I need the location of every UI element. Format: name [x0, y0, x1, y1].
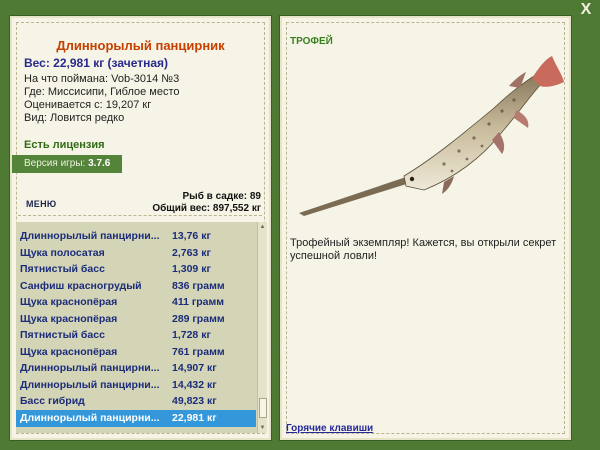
fish-name: Щука полосатая	[20, 246, 105, 259]
fish-weight-value: 411 грамм	[172, 296, 225, 308]
fish-name: Длиннорылый панцирни...	[20, 230, 160, 242]
list-item[interactable]: Пятнистый басс 1,728 кг	[16, 327, 256, 344]
version-badge: Версия игры: 3.7.6	[12, 155, 122, 173]
list-item[interactable]: Санфиш красногрудый 836 грамм	[16, 278, 256, 295]
fish-weight-value: 289 грамм	[172, 312, 225, 325]
trophy-panel: ТРОФЕЙ Трофейный экземпляр! Кажется, вы …	[279, 15, 572, 441]
fish-weight-value: 49,823 кг	[172, 395, 217, 407]
fish-weight-value: 1,728 кг	[172, 329, 211, 341]
fish-count: Рыб в садке: 89	[182, 191, 261, 202]
list-item[interactable]: Щука краснопёрая 289 грамм	[16, 311, 256, 328]
fish-name: Длиннорылый панцирни...	[20, 378, 160, 391]
catch-list[interactable]: Длиннорылый панцирни... 13,76 кг Щука поло…	[16, 222, 267, 433]
version-value: 3.7.6	[88, 158, 111, 169]
threshold-line: Оценивается с: 19,207 кг	[24, 99, 152, 111]
scroll-up-icon[interactable]: ▲	[258, 222, 267, 232]
fish-name: Щука краснопёрая	[20, 312, 118, 325]
list-item[interactable]: Щука полосатая 2,763 кг	[16, 245, 256, 262]
list-item[interactable]: Пятнистый басс 1,309 кг	[16, 261, 256, 278]
fish-weight-value: 1,309 кг	[172, 263, 211, 275]
fish-weight-value: 14,432 кг	[172, 378, 217, 391]
divider	[18, 215, 262, 216]
license-status: Есть лицензия	[24, 139, 105, 151]
fish-name: Щука краснопёрая	[20, 296, 118, 308]
rarity-line: Вид: Ловится редко	[24, 112, 125, 124]
trophy-label: ТРОФЕЙ	[290, 36, 333, 47]
fish-weight-value: 836 грамм	[172, 279, 225, 292]
scroll-down-icon[interactable]: ▼	[258, 423, 267, 433]
bait-line: На что поймана: Vob-3014 №3	[24, 73, 180, 85]
fish-name: Басс гибрид	[20, 395, 85, 407]
list-item[interactable]: Длиннорылый панцирни... 13,76 кг	[16, 228, 256, 245]
catch-info-panel: Длиннорылый панцирник Вес: 22,981 кг (за…	[9, 15, 272, 441]
menu-button[interactable]: МЕНЮ	[26, 199, 56, 209]
list-item[interactable]: Щука краснопёрая 411 грамм	[16, 294, 256, 311]
list-item[interactable]: Длиннорылый панцирни... 22,981 кг	[16, 409, 256, 427]
fish-weight: Вес: 22,981 кг (зачетная)	[24, 56, 169, 70]
fish-name: Пятнистый басс	[20, 329, 105, 341]
list-item[interactable]: Басс гибрид 49,823 кг	[16, 393, 256, 410]
list-item[interactable]: Длиннорылый панцирни... 14,907 кг	[16, 360, 256, 377]
fish-name: Пятнистый басс	[20, 263, 105, 275]
list-scrollbar[interactable]: ▲ ▼	[257, 222, 267, 433]
version-label: Версия игры:	[24, 158, 86, 169]
keepnet-stats: Рыб в садке: 89 Общий вес: 897,552 кг	[152, 191, 261, 215]
fish-weight-value: 13,76 кг	[172, 230, 211, 242]
fish-name: Длиннорылый панцирни...	[20, 411, 160, 424]
longnose-gar-icon	[299, 56, 564, 216]
catch-details: На что поймана: Vob-3014 №3 Где: Миссиси…	[24, 73, 180, 125]
fish-name: Щука краснопёрая	[20, 345, 118, 358]
trophy-message: Трофейный экземпляр! Кажется, вы открыли…	[290, 237, 557, 262]
list-item[interactable]: Длиннорылый панцирни... 14,432 кг	[16, 377, 256, 394]
fish-name: Санфиш красногрудый	[20, 279, 142, 292]
fish-name: Длиннорылый панцирни...	[20, 362, 160, 374]
close-button[interactable]: X	[578, 2, 594, 18]
list-item[interactable]: Щука краснопёрая 761 грамм	[16, 344, 256, 361]
total-weight: Общий вес: 897,552 кг	[152, 203, 261, 214]
scroll-thumb[interactable]	[259, 398, 267, 418]
hotkeys-link[interactable]: Горячие клавиши	[286, 423, 373, 434]
fish-weight-value: 22,981 кг	[172, 411, 217, 424]
fish-weight-value: 14,907 кг	[172, 362, 217, 374]
fish-weight-value: 761 грамм	[172, 345, 225, 358]
location-line: Где: Миссисипи, Гиблое место	[24, 86, 180, 98]
fish-weight-value: 2,763 кг	[172, 246, 211, 259]
fish-title: Длиннорылый панцирник	[56, 38, 225, 53]
